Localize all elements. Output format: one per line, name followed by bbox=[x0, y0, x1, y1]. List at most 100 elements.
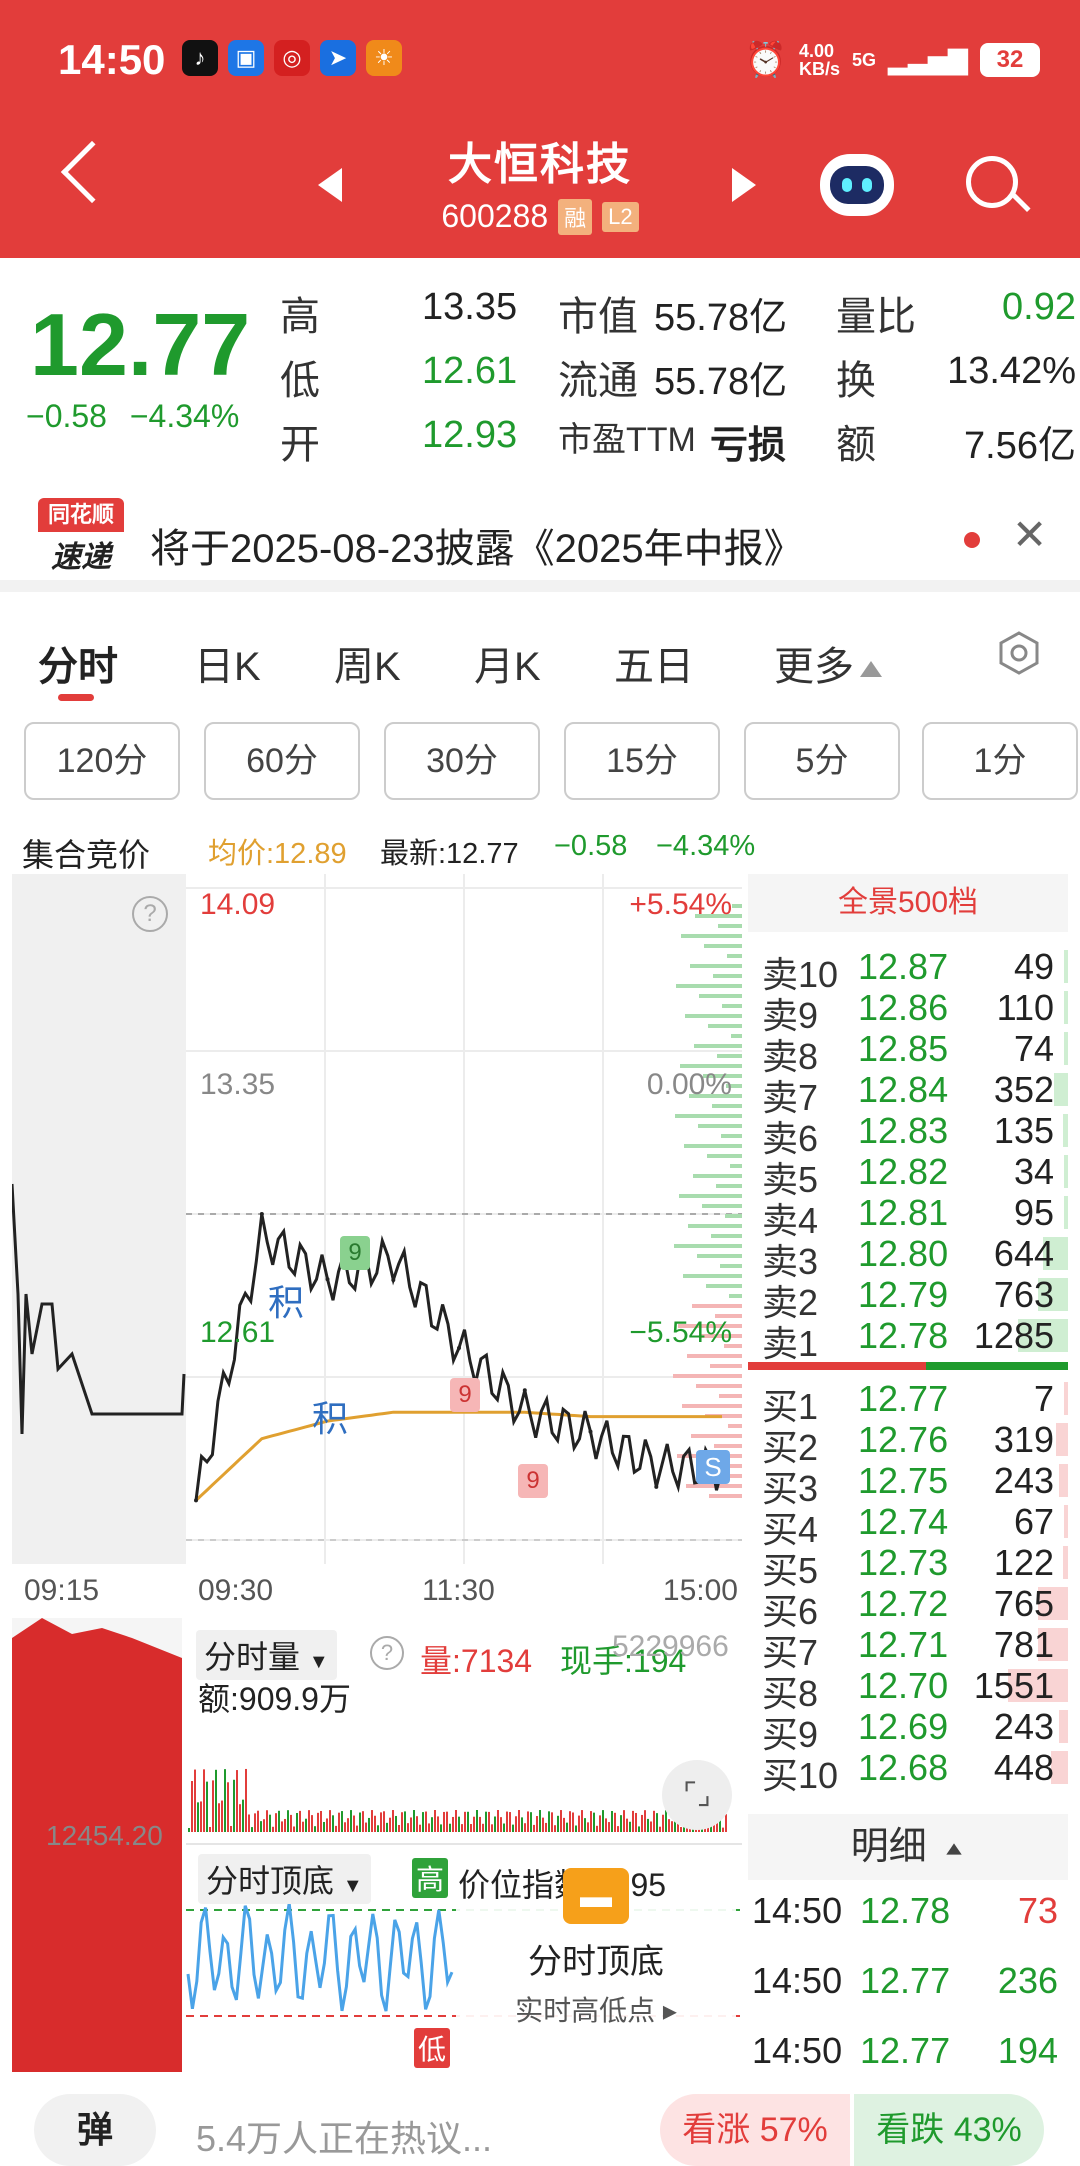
promo-title: 分时顶底 bbox=[528, 1943, 664, 1981]
tab-more[interactable]: 更多 bbox=[774, 634, 882, 692]
period-120m[interactable]: 120分 bbox=[24, 722, 180, 800]
volume-bar bbox=[539, 1810, 541, 1832]
volume-bar bbox=[266, 1810, 268, 1832]
help-icon[interactable]: ? bbox=[132, 896, 168, 932]
ask-row[interactable]: 卖9 12.86 110 bbox=[748, 987, 1068, 1036]
bid-row[interactable]: 买8 12.70 1551 bbox=[748, 1665, 1068, 1714]
depth-bar bbox=[718, 924, 742, 928]
danmu-button[interactable]: 弹 bbox=[34, 2094, 156, 2166]
bid-price: 12.76 bbox=[858, 1419, 949, 1460]
ask-row[interactable]: 卖6 12.83 135 bbox=[748, 1110, 1068, 1159]
detail-header[interactable]: 明细 bbox=[748, 1814, 1068, 1880]
ai-robot-icon[interactable] bbox=[820, 154, 894, 216]
header-bar: 14:50 ♪ ▣ ◎ ➤ ☀ ⏰ 4.00 KB/s 5G ▂▃▅▇ 32 大… bbox=[0, 0, 1080, 258]
tab-intraday[interactable]: 分时 bbox=[38, 634, 118, 692]
panorama-500-button[interactable]: 全景500档 bbox=[748, 874, 1068, 932]
period-5m[interactable]: 5分 bbox=[744, 722, 900, 800]
tab-daily-k[interactable]: 日K bbox=[194, 634, 261, 692]
volume-bar bbox=[473, 1816, 475, 1832]
ask-row[interactable]: 卖10 12.87 49 bbox=[748, 946, 1068, 995]
bid-row[interactable]: 买5 12.73 122 bbox=[748, 1542, 1068, 1591]
ask-row[interactable]: 卖5 12.82 34 bbox=[748, 1151, 1068, 1200]
volume-bar bbox=[488, 1811, 490, 1832]
tab-monthly-k[interactable]: 月K bbox=[474, 634, 541, 692]
next-stock-icon[interactable] bbox=[732, 168, 756, 202]
volume-bar bbox=[374, 1815, 376, 1832]
stock-name: 大恒科技 bbox=[448, 140, 632, 189]
marker-nine-red-2[interactable]: 9 bbox=[518, 1464, 548, 1498]
ask-row[interactable]: 卖1 12.78 1285 bbox=[748, 1315, 1068, 1364]
volume-bar bbox=[335, 1825, 337, 1832]
volume-bar bbox=[242, 1799, 244, 1832]
vote-down-button[interactable]: 看跌 43% bbox=[854, 2094, 1044, 2166]
volume-bar bbox=[563, 1817, 565, 1832]
volume-bar bbox=[227, 1782, 229, 1832]
vol-value: 量:7134 bbox=[420, 1643, 533, 1679]
vol-help-icon[interactable]: ? bbox=[370, 1636, 404, 1670]
ask-row[interactable]: 卖4 12.81 95 bbox=[748, 1192, 1068, 1241]
search-icon-handle bbox=[1011, 192, 1031, 213]
volume-bar bbox=[542, 1817, 544, 1832]
volume-bar bbox=[644, 1810, 646, 1832]
volume-bar bbox=[467, 1811, 469, 1832]
marker-ji-1[interactable]: 积 bbox=[268, 1274, 304, 1326]
ask-volume-bar bbox=[1063, 1114, 1068, 1147]
tiktok-icon: ♪ bbox=[182, 40, 218, 76]
bid-row[interactable]: 买3 12.75 243 bbox=[748, 1460, 1068, 1509]
promo-card[interactable]: ▬ 分时顶底 实时高低点 ▸ bbox=[456, 1868, 736, 2068]
status-bar: 14:50 ♪ ▣ ◎ ➤ ☀ ⏰ 4.00 KB/s 5G ▂▃▅▇ 32 bbox=[0, 0, 1080, 118]
bid-row[interactable]: 买6 12.72 765 bbox=[748, 1583, 1068, 1632]
label-pe: 市盈TTM bbox=[558, 421, 696, 459]
vote-up-button[interactable]: 看涨 57% bbox=[660, 2094, 850, 2166]
settings-hex-icon[interactable] bbox=[996, 630, 1042, 676]
tab-weekly-k[interactable]: 周K bbox=[334, 634, 401, 692]
auction-label: 集合竞价 bbox=[22, 837, 151, 873]
bid-row[interactable]: 买10 12.68 448 bbox=[748, 1747, 1068, 1796]
intraday-chart[interactable]: ? 14.09 +5.54% 13.35 0.00% 12.61 −5.54% … bbox=[10, 874, 742, 1607]
marker-nine-red-1[interactable]: 9 bbox=[450, 1378, 480, 1412]
bid-row[interactable]: 买7 12.71 781 bbox=[748, 1624, 1068, 1673]
volume-bar bbox=[413, 1810, 415, 1832]
back-arrow-icon[interactable] bbox=[60, 140, 124, 204]
ask-row[interactable]: 卖2 12.79 763 bbox=[748, 1274, 1068, 1323]
ask-row[interactable]: 卖8 12.85 74 bbox=[748, 1028, 1068, 1077]
volume-bar bbox=[287, 1810, 289, 1832]
expand-icon[interactable]: ⌜⌟ bbox=[662, 1760, 732, 1830]
label-high: 高 bbox=[280, 295, 320, 339]
news-ticker[interactable]: 同花顺 速递 将于2025-08-23披露《2025年中报》 ✕ bbox=[0, 488, 1080, 592]
period-1m[interactable]: 1分 bbox=[922, 722, 1078, 800]
value-vol-ratio: 0.92 bbox=[1002, 286, 1076, 328]
depth-bar bbox=[725, 1214, 742, 1218]
value-float: 55.78亿 bbox=[654, 361, 788, 403]
marker-ji-2[interactable]: 积 bbox=[312, 1390, 348, 1442]
close-icon[interactable]: ✕ bbox=[1012, 510, 1047, 559]
search-icon[interactable] bbox=[966, 156, 1018, 208]
bid-row[interactable]: 买2 12.76 319 bbox=[748, 1419, 1068, 1468]
marker-sell-s[interactable]: S bbox=[696, 1450, 730, 1484]
robot-eye-left bbox=[842, 178, 852, 192]
period-15m[interactable]: 15分 bbox=[564, 722, 720, 800]
discuss-text[interactable]: 5.4万人正在热议... bbox=[196, 2110, 492, 2162]
bid-row[interactable]: 买4 12.74 67 bbox=[748, 1501, 1068, 1550]
volume-bar bbox=[437, 1816, 439, 1832]
volume-bar bbox=[650, 1821, 652, 1832]
chart-tabs: 分时 日K 周K 月K 五日 更多 bbox=[0, 604, 1080, 714]
low-tag: 低 bbox=[414, 2028, 451, 2068]
period-buttons: 120分 60分 30分 15分 5分 1分 bbox=[0, 722, 1080, 804]
top-bottom-label-box[interactable]: 分时顶底 ▼ bbox=[198, 1854, 371, 1904]
period-30m[interactable]: 30分 bbox=[384, 722, 540, 800]
marker-nine-green[interactable]: 9 bbox=[340, 1236, 370, 1270]
bid-row[interactable]: 买9 12.69 243 bbox=[748, 1706, 1068, 1755]
tab-five-day[interactable]: 五日 bbox=[614, 634, 694, 692]
ask-row[interactable]: 卖3 12.80 644 bbox=[748, 1233, 1068, 1282]
vol-label-box[interactable]: 分时量 ▼ bbox=[196, 1630, 337, 1680]
label-mktcap: 市值 bbox=[558, 295, 638, 339]
bid-row[interactable]: 买1 12.77 7 bbox=[748, 1378, 1068, 1427]
ask-price: 12.83 bbox=[858, 1110, 949, 1151]
bid-price: 12.70 bbox=[858, 1665, 949, 1706]
period-60m[interactable]: 60分 bbox=[204, 722, 360, 800]
ask-row[interactable]: 卖7 12.84 352 bbox=[748, 1069, 1068, 1118]
stock-title: 大恒科技 600288 融 L2 bbox=[300, 128, 780, 235]
app-arrow-icon: ➤ bbox=[320, 40, 356, 76]
trade-time: 14:50 bbox=[752, 1960, 843, 2001]
